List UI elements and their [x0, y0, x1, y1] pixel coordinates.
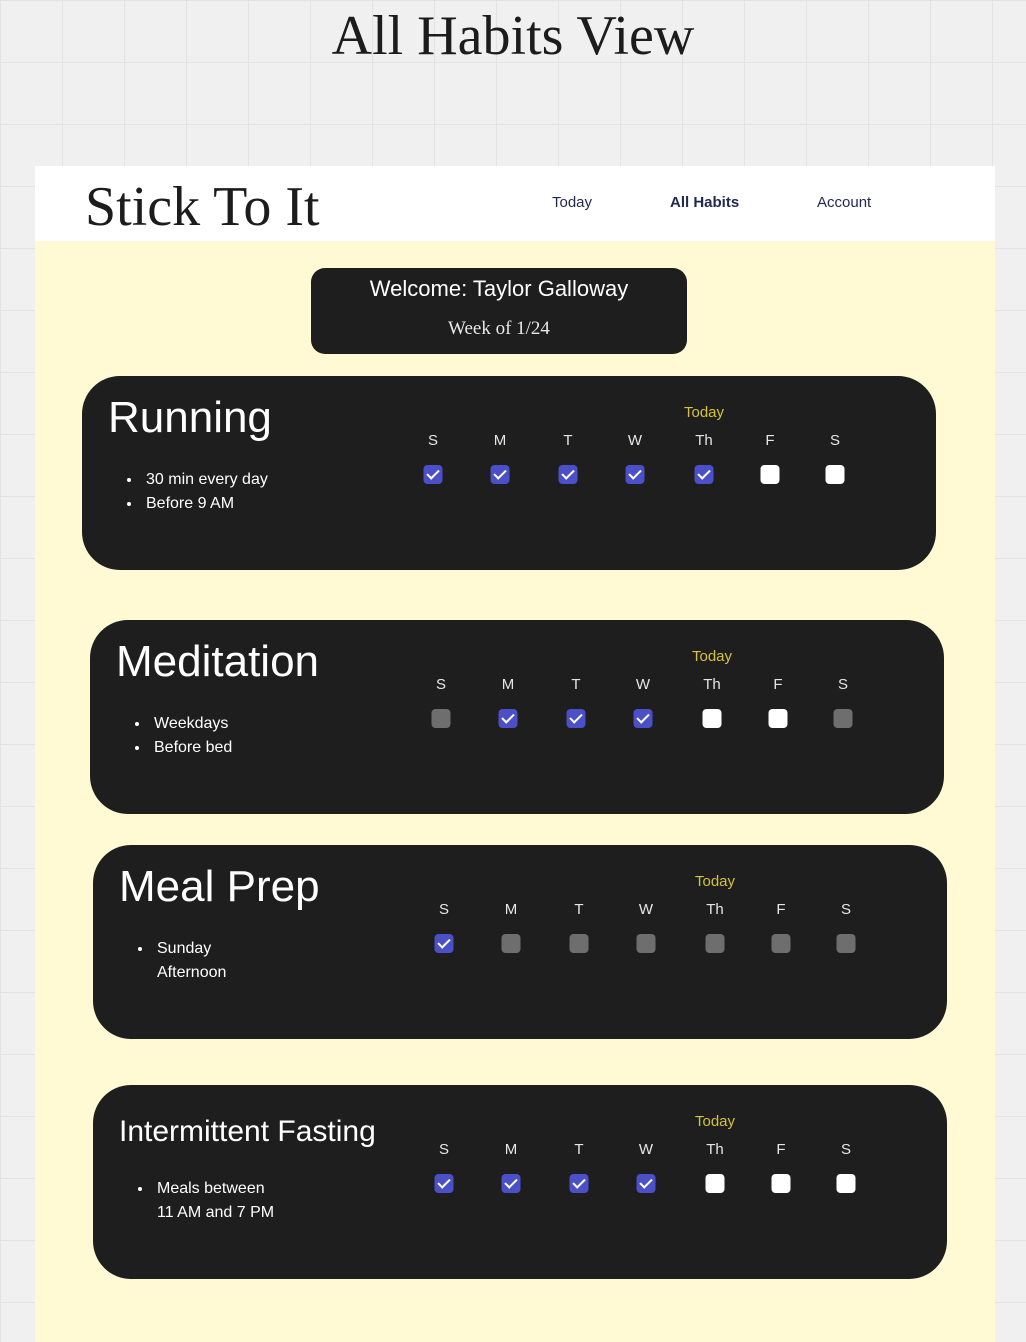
habit-notes: WeekdaysBefore bed	[150, 712, 232, 760]
habit-note: Meals between 11 AM and 7 PM	[153, 1177, 274, 1225]
day-label: S	[840, 1141, 852, 1158]
day-checkbox-unchecked[interactable]	[768, 709, 788, 728]
day-label: W	[638, 901, 654, 918]
day-checkbox-checked[interactable]	[434, 1174, 454, 1193]
app-logo: Stick To It	[85, 176, 320, 238]
habit-title: Running	[108, 393, 272, 442]
nav-today[interactable]: Today	[552, 194, 592, 211]
nav-all-habits[interactable]: All Habits	[670, 194, 739, 211]
day-checkbox-unchecked[interactable]	[760, 465, 780, 484]
day-label: Th	[706, 1141, 724, 1158]
habit-notes: Meals between 11 AM and 7 PM	[153, 1177, 274, 1225]
habit-note: Sunday Afternoon	[153, 937, 226, 985]
day-label: W	[635, 676, 651, 693]
app-screen: Stick To It Today All Habits Account Wel…	[35, 166, 995, 1342]
day-label: S	[438, 901, 450, 918]
week-label: Week of 1/24	[448, 318, 550, 339]
day-checkbox-disabled	[501, 934, 521, 953]
habit-notes: Sunday Afternoon	[153, 937, 226, 985]
day-label: S	[438, 1141, 450, 1158]
nav-account[interactable]: Account	[817, 194, 871, 211]
day-label: S	[435, 676, 447, 693]
day-checkbox-checked[interactable]	[569, 1174, 589, 1193]
day-label: Th	[703, 676, 721, 693]
day-checkbox-disabled	[836, 934, 856, 953]
app-header: Stick To It Today All Habits Account	[35, 166, 995, 241]
day-checkbox-disabled	[771, 934, 791, 953]
welcome-greeting: Welcome: Taylor Galloway	[369, 276, 629, 301]
day-checkbox-unchecked[interactable]	[771, 1174, 791, 1193]
day-label: W	[638, 1141, 654, 1158]
day-label: T	[574, 1141, 584, 1158]
day-checkbox-unchecked[interactable]	[702, 709, 722, 728]
habit-notes: 30 min every dayBefore 9 AM	[142, 468, 268, 516]
day-checkbox-disabled	[431, 709, 451, 728]
habit-note: 30 min every day	[142, 468, 268, 492]
habit-card-meditation: Meditation WeekdaysBefore bed Today S M T W Th F…	[90, 620, 944, 814]
day-label: T	[571, 676, 581, 693]
day-label: F	[776, 1141, 786, 1158]
day-label: S	[840, 901, 852, 918]
day-label: M	[504, 1141, 518, 1158]
day-label: T	[563, 432, 573, 449]
day-checkbox-checked[interactable]	[636, 1174, 656, 1193]
habit-card-running: Running 30 min every dayBefore 9 AM Today S…	[82, 376, 936, 570]
day-checkbox-checked[interactable]	[694, 465, 714, 484]
day-label: M	[504, 901, 518, 918]
day-label: Th	[695, 432, 713, 449]
day-checkbox-unchecked[interactable]	[836, 1174, 856, 1193]
today-marker: Today	[694, 1113, 736, 1130]
frame-title: All Habits View	[331, 5, 695, 67]
welcome-banner: Welcome: Taylor Galloway Week of 1/24	[311, 268, 687, 354]
day-checkbox-unchecked[interactable]	[705, 1174, 725, 1193]
day-checkbox-disabled	[636, 934, 656, 953]
day-checkbox-checked[interactable]	[498, 709, 518, 728]
habit-note: Before bed	[150, 736, 232, 760]
habit-title: Meal Prep	[119, 862, 320, 911]
day-checkbox-checked[interactable]	[490, 465, 510, 484]
habit-note: Before 9 AM	[142, 492, 268, 516]
day-checkbox-checked[interactable]	[633, 709, 653, 728]
habit-title: Meditation	[116, 637, 320, 686]
habit-title: Intermittent Fasting	[119, 1115, 376, 1148]
day-label: S	[837, 676, 849, 693]
day-checkbox-checked[interactable]	[423, 465, 443, 484]
habit-card-intermittent-fasting: Intermittent Fasting Meals between 11 AM …	[93, 1085, 947, 1279]
today-marker: Today	[694, 873, 736, 890]
day-checkbox-checked[interactable]	[566, 709, 586, 728]
day-checkbox-unchecked[interactable]	[825, 465, 845, 484]
day-label: F	[765, 432, 775, 449]
today-marker: Today	[691, 648, 733, 665]
day-label: S	[427, 432, 439, 449]
day-label: Th	[706, 901, 724, 918]
day-label: S	[829, 432, 841, 449]
day-checkbox-checked[interactable]	[434, 934, 454, 953]
day-checkbox-disabled	[705, 934, 725, 953]
day-checkbox-disabled	[833, 709, 853, 728]
day-label: F	[776, 901, 786, 918]
day-label: F	[773, 676, 783, 693]
day-label: M	[501, 676, 515, 693]
day-checkbox-disabled	[569, 934, 589, 953]
day-checkbox-checked[interactable]	[625, 465, 645, 484]
habit-card-meal-prep: Meal Prep Sunday Afternoon Today S M T W Th F S	[93, 845, 947, 1039]
today-marker: Today	[683, 404, 725, 421]
day-label: W	[627, 432, 643, 449]
day-checkbox-checked[interactable]	[558, 465, 578, 484]
habit-note: Weekdays	[150, 712, 232, 736]
day-label: M	[493, 432, 507, 449]
day-label: T	[574, 901, 584, 918]
day-checkbox-checked[interactable]	[501, 1174, 521, 1193]
